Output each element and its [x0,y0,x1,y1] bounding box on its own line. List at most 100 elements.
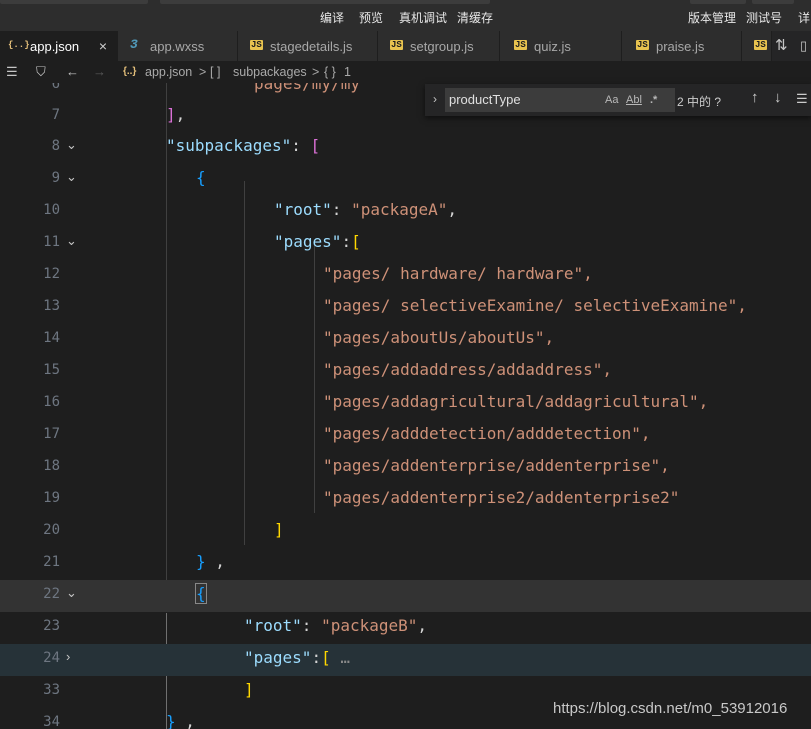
code-line: 12 "pages/ hardware/ hardware", [0,260,811,292]
object-icon: { } [324,65,336,79]
match-case-icon[interactable]: Aa [605,94,618,106]
line-number: 14 [43,330,60,346]
line-number: 10 [43,202,60,218]
toggle-replace-chevron-icon[interactable]: › [433,92,437,106]
code-line: 19 "pages/addenterprise2/addenterprise2" [0,484,811,516]
code-editor[interactable]: 6 pages/my/my 7 ], 8 ⌄ "subpackages": [ … [0,83,811,729]
array-icon: [ ] [210,65,221,79]
find-in-selection-icon[interactable]: ☰ [796,91,808,107]
fold-chevron-down-icon[interactable]: ⌄ [66,585,77,601]
bookmark-icon[interactable]: ⛉ [36,64,46,80]
line-number: 20 [43,522,60,538]
top-toolbar: 编译 预览 真机调试 清缓存 版本管理 测试号 详 [0,0,811,31]
tab-label: stagedetails.js [270,39,353,54]
json-file-icon: {..} [123,66,137,77]
details-button[interactable]: 详 [798,9,810,26]
code-text: "pages":[ … [244,648,350,667]
tab-label: praise.js [656,39,705,54]
code-line-folded: 24 › "pages":[ … [0,644,811,676]
toolbar-control-stub[interactable] [0,0,148,4]
toolbar-control-stub[interactable] [690,0,746,4]
code-text: ] [274,520,284,539]
line-number: 12 [43,266,60,282]
breadcrumb-file[interactable]: app.json [145,65,192,79]
version-management-button[interactable]: 版本管理 [688,9,736,26]
breadcrumb-separator: > [199,65,207,79]
fold-chevron-down-icon[interactable]: ⌄ [66,233,77,249]
code-text: ] [244,680,254,699]
json-file-icon: {..} [8,40,30,50]
code-text: } , [196,552,225,571]
split-editor-icon[interactable]: ▯ [800,38,807,54]
line-number: 19 [43,490,60,506]
code-text: "pages/addaddress/addaddress", [323,360,612,379]
tab-label: setgroup.js [410,39,474,54]
test-account-button[interactable]: 测试号 [746,9,782,26]
next-match-icon[interactable]: ↓ [774,89,782,106]
code-text: "pages/adddetection/adddetection", [323,424,651,443]
toolbar-control-stub[interactable] [752,0,794,4]
tab-overflow-js[interactable]: JS [742,31,772,61]
editor-tabs: {..} app.json × 3 app.wxss JS stagedetai… [0,31,811,61]
code-text: { [195,583,207,604]
line-number: 6 [51,83,60,92]
code-text: "pages/ hardware/ hardware", [323,264,593,283]
code-text: "pages/addenterprise2/addenterprise2" [323,488,680,507]
whole-word-icon[interactable]: Abl [626,94,642,106]
code-line: 20 ] [0,516,811,548]
list-icon[interactable]: ☰ [6,64,18,80]
code-text: } , [166,712,195,729]
code-line: 15 "pages/addaddress/addaddress", [0,356,811,388]
line-number: 24 [43,650,60,666]
watermark: https://blog.csdn.net/m0_53912016 [553,700,788,717]
line-number: 34 [43,714,60,729]
previous-match-icon[interactable]: ↑ [751,89,759,106]
tab-app-json[interactable]: {..} app.json × [0,31,118,61]
close-icon[interactable]: × [99,38,107,54]
breadcrumb: ☰ ⛉ ← → {..} app.json > [ ] subpackages … [0,61,811,83]
fold-chevron-right-icon[interactable]: › [66,649,70,664]
line-number: 23 [43,618,60,634]
line-number: 9 [51,170,60,186]
code-line: 11 ⌄ "pages":[ [0,228,811,260]
tab-stagedetails-js[interactable]: JS stagedetails.js [238,31,378,61]
breadcrumb-subpackages[interactable]: subpackages [233,65,307,79]
toolbar-control-stub[interactable] [160,0,490,4]
code-line: 8 ⌄ "subpackages": [ [0,132,811,164]
forward-arrow-icon[interactable]: → [93,64,106,79]
tab-label: quiz.js [534,39,571,54]
regex-icon[interactable]: .* [650,94,657,106]
remote-debug-button[interactable]: 真机调试 [399,9,447,26]
tab-app-wxss[interactable]: 3 app.wxss [118,31,238,61]
fold-chevron-down-icon[interactable]: ⌄ [66,169,77,185]
code-line: 23 "root": "packageB", [0,612,811,644]
find-input[interactable] [449,91,599,108]
fold-chevron-down-icon[interactable]: ⌄ [66,137,77,153]
code-line: 14 "pages/aboutUs/aboutUs", [0,324,811,356]
clear-cache-button[interactable]: 清缓存 [457,9,493,26]
breadcrumb-index[interactable]: 1 [344,65,351,79]
code-line: 18 "pages/addenterprise/addenterprise", [0,452,811,484]
code-text: ], [166,105,186,124]
code-text: "root": "packageB", [244,616,428,635]
back-arrow-icon[interactable]: ← [66,64,79,79]
tab-quiz-js[interactable]: JS quiz.js [500,31,622,61]
tab-setgroup-js[interactable]: JS setgroup.js [378,31,500,61]
find-input-box: Aa Abl .* [445,88,675,112]
code-line: 10 "root": "packageA", [0,196,811,228]
code-text: "subpackages": [ [166,136,321,155]
line-number: 21 [43,554,60,570]
code-text: pages/my/my [254,83,360,93]
line-number: 16 [43,394,60,410]
match-count: 2 中的 ? [677,95,722,109]
preview-button[interactable]: 预览 [359,9,383,26]
compare-changes-icon[interactable]: ⇅ [775,36,788,54]
line-number: 17 [43,426,60,442]
tab-label: app.wxss [150,39,205,54]
css-file-icon: 3 [130,37,138,52]
tab-praise-js[interactable]: JS praise.js [622,31,742,61]
breadcrumb-separator: > [312,65,320,79]
code-text: "pages":[ [274,232,361,251]
compile-button[interactable]: 编译 [320,9,344,26]
code-line-current: 22 ⌄ { [0,580,811,612]
